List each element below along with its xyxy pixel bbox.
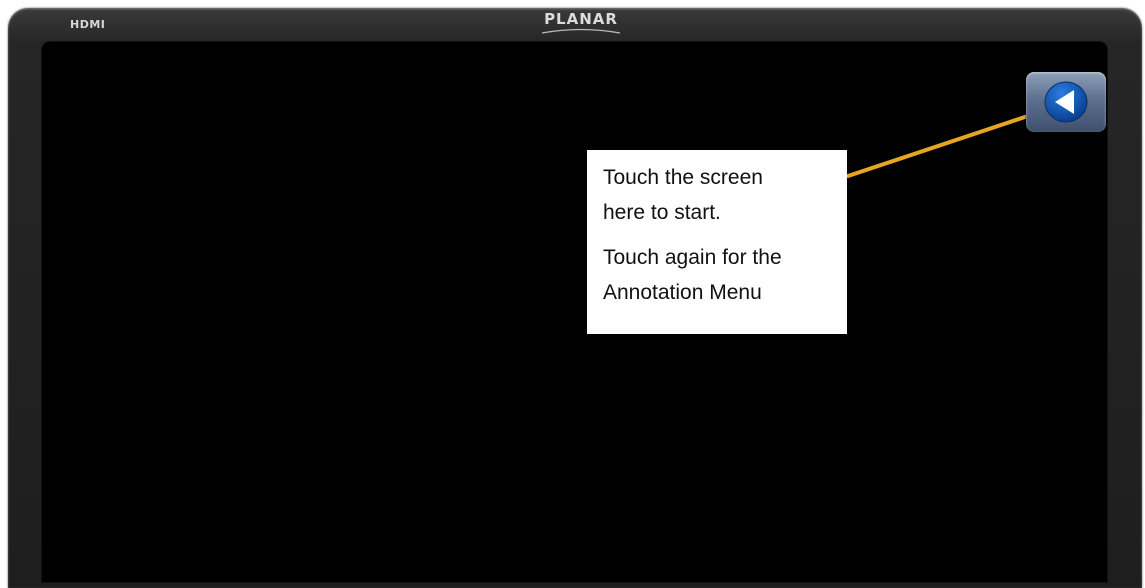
instruction-callout: Touch the screen here to start. Touch ag… [587,150,847,334]
left-arrow-circle-icon [1044,81,1088,123]
planar-logo: PLANAR [544,10,618,28]
instruction-line: here to start. [603,201,721,224]
instruction-line: Touch the screen [603,166,763,189]
display-screen[interactable] [42,42,1107,582]
annotation-start-button[interactable] [1026,72,1106,132]
instruction-text-start: Touch the screen here to start. [603,160,833,230]
hdmi-logo: HDMI [70,18,106,31]
instruction-text-menu: Touch again for the Annotation Menu [603,240,833,310]
instruction-line: Touch again for the [603,246,782,269]
logo-swoosh-icon [541,28,621,34]
instruction-line: Annotation Menu [603,281,762,304]
